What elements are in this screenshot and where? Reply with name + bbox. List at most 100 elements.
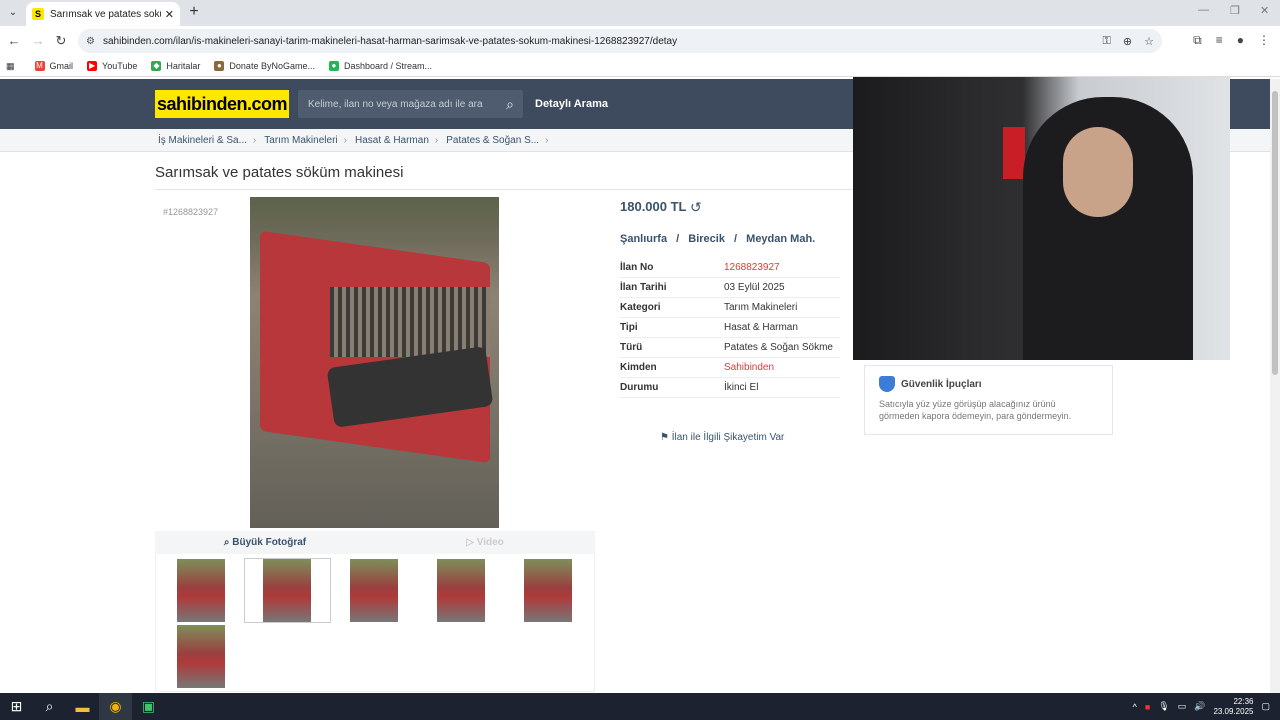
shield-icon [879, 376, 895, 392]
listing-title: Sarımsak ve patates söküm makinesi [155, 164, 404, 181]
bookmark-maps[interactable]: ◆ Haritalar [151, 61, 200, 71]
network-icon[interactable]: ▭ [1178, 701, 1187, 712]
minimize-icon[interactable]: — [1198, 4, 1209, 16]
breadcrumb-item[interactable]: Tarım Makineleri [264, 135, 337, 146]
flag-icon: ⚑ [660, 432, 672, 443]
search-placeholder: Kelime, ilan no veya mağaza adı ile ara [308, 98, 483, 110]
url-text[interactable]: sahibinden.com/ilan/is-makineleri-sanayi… [103, 36, 1091, 47]
chrome-icon[interactable]: ◉ [99, 693, 132, 720]
listing-id-small: #1268823927 [163, 207, 219, 217]
location-sep: / [734, 233, 738, 245]
detail-row: Kategori Tarım Makineleri [620, 298, 840, 318]
zoom-icon[interactable]: ⊕ [1123, 35, 1132, 48]
youtube-icon: ▶ [87, 61, 98, 71]
location-city[interactable]: Şanlıurfa [620, 233, 667, 245]
detail-row: İlan No 1268823927 [620, 258, 840, 278]
app-tray-icon[interactable]: ■ [1145, 702, 1150, 712]
detail-row: Türü Patates & Soğan Sökme [620, 338, 840, 358]
thumbnail[interactable] [177, 625, 225, 688]
sahibinden-logo[interactable]: sahibinden.com [155, 90, 289, 118]
apps-grid-icon[interactable]: ▦ [6, 61, 15, 72]
thumbnail[interactable] [177, 559, 225, 622]
detail-row: Durumu İkinci El [620, 378, 840, 398]
restore-icon[interactable]: ❐ [1230, 4, 1240, 17]
browser-tab[interactable]: S Sarımsak ve patates sokum mak ✕ [26, 2, 180, 26]
bookmark-youtube[interactable]: ▶ YouTube [87, 61, 137, 71]
chevron-right-icon: › [343, 134, 347, 146]
bookmark-dashboard[interactable]: ● Dashboard / Stream... [328, 61, 432, 71]
divider [155, 189, 853, 190]
location-neighborhood[interactable]: Meydan Mah. [746, 233, 815, 245]
chrome-menu-icon[interactable]: ⋮ [1258, 33, 1270, 48]
back-icon[interactable]: ← [6, 33, 22, 49]
breadcrumb-item[interactable]: Hasat & Harman [355, 135, 429, 146]
microphone-icon[interactable]: 🎙 [1158, 701, 1169, 712]
file-explorer-icon[interactable]: ▬ [66, 693, 99, 720]
scrollbar-thumb[interactable] [1272, 91, 1278, 375]
photo-tabs: ⌕ Büyük Fotoğraf ▷ Video [155, 531, 595, 554]
profile-avatar-icon[interactable]: ● [1237, 33, 1244, 48]
new-tab-icon[interactable]: + [186, 3, 202, 21]
dashboard-icon: ● [328, 61, 339, 71]
forward-icon[interactable]: → [30, 33, 46, 49]
bookmark-bynogame[interactable]: ● Donate ByNoGame... [214, 61, 315, 71]
chevron-up-icon[interactable]: ^ [1133, 702, 1137, 712]
volume-icon[interactable]: 🔊 [1194, 701, 1205, 712]
detail-row: Kimden Sahibinden [620, 358, 840, 378]
chevron-right-icon: › [434, 134, 439, 146]
breadcrumb-item[interactable]: İş Makineleri & Sa... [158, 135, 247, 146]
streamer-face [1063, 127, 1133, 217]
thumbnail[interactable] [350, 559, 398, 622]
close-window-icon[interactable]: ✕ [1260, 4, 1269, 17]
detail-row: İlan Tarihi 03 Eylül 2025 [620, 278, 840, 298]
notifications-icon[interactable]: ▢ [1261, 701, 1270, 712]
security-tips-title: Güvenlik İpuçları [901, 378, 982, 390]
main-photo[interactable] [250, 197, 499, 528]
url-bar[interactable]: ⚙ sahibinden.com/ilan/is-makineleri-sana… [78, 29, 1162, 53]
security-tips-body: Satıcıyla yüz yüze görüşüp alacağınız ür… [879, 399, 1072, 421]
magnifier-icon: ⌕ [223, 537, 233, 548]
extensions-icon[interactable]: ⧉ [1193, 33, 1202, 48]
search-icon[interactable]: ⌕ [497, 96, 523, 113]
address-bar-row: ← → ↻ ⚙ sahibinden.com/ilan/is-makineler… [0, 26, 1280, 56]
report-listing-link[interactable]: ⚑ İlan ile İlgili Şikayetim Var [660, 432, 784, 443]
bookmark-gmail[interactable]: M Gmail [34, 61, 73, 71]
chevron-right-icon: › [545, 134, 549, 146]
location-district[interactable]: Birecik [688, 233, 725, 245]
thumbnail[interactable] [437, 559, 485, 622]
tab-title: Sarımsak ve patates sokum mak [50, 8, 161, 20]
location-sep: / [676, 233, 680, 245]
security-tips-box: Güvenlik İpuçları Satıcıyla yüz yüze gör… [864, 365, 1113, 435]
clock[interactable]: 22:36 23.09.2025 [1213, 697, 1253, 717]
bynogame-icon: ● [214, 61, 225, 71]
password-key-icon[interactable]: ⚿ [1103, 35, 1111, 48]
webcam-overlay [853, 77, 1230, 360]
play-icon: ▷ [466, 537, 477, 548]
maps-icon: ◆ [151, 61, 162, 71]
page-scrollbar[interactable] [1270, 79, 1280, 693]
sahibinden-favicon-icon: S [32, 8, 44, 20]
thumbnail[interactable] [524, 559, 572, 622]
site-info-icon[interactable]: ⚙ [86, 36, 95, 47]
breadcrumb-item[interactable]: Patates & Soğan S... [446, 135, 539, 146]
detail-row: Tipi Hasat & Harman [620, 318, 840, 338]
big-photo-button[interactable]: ⌕ Büyük Fotoğraf [155, 537, 375, 548]
photo-thumbnails [155, 554, 595, 692]
thumbnail[interactable] [263, 559, 311, 622]
app-icon[interactable]: ▣ [132, 693, 165, 720]
windows-start-icon[interactable]: ⊞ [0, 693, 33, 720]
detailed-search-link[interactable]: Detaylı Arama [535, 98, 608, 110]
system-tray: ^ ■ 🎙 ▭ 🔊 22:36 23.09.2025 ▢ [1133, 693, 1270, 720]
search-input[interactable]: Kelime, ilan no veya mağaza adı ile ara … [298, 90, 523, 118]
turkish-flag-image [1003, 127, 1025, 179]
close-tab-icon[interactable]: ✕ [165, 8, 174, 21]
media-control-icon[interactable]: ≡ [1216, 33, 1223, 48]
search-icon[interactable]: ⌕ [33, 693, 66, 720]
tab-search-icon[interactable]: ⌄ [4, 4, 22, 22]
price-history-icon[interactable]: ↺ [690, 199, 702, 216]
reload-icon[interactable]: ↻ [53, 33, 69, 49]
browser-tab-strip: ⌄ S Sarımsak ve patates sokum mak ✕ + — … [0, 0, 1280, 26]
video-button[interactable]: ▷ Video [375, 537, 595, 548]
bookmark-star-icon[interactable]: ☆ [1144, 35, 1154, 48]
listing-details-table: İlan No 1268823927 İlan Tarihi 03 Eylül 20… [620, 258, 840, 398]
